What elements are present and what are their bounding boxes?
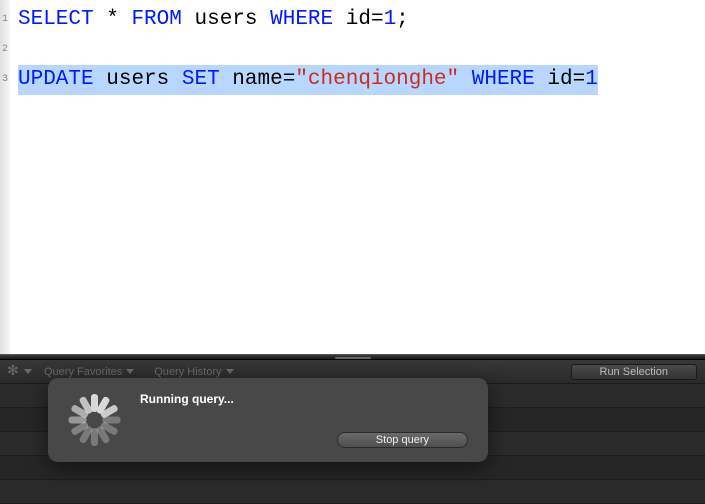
chevron-down-icon [226,369,234,374]
line-number: 1 [0,5,10,35]
sql-editor[interactable]: 1 2 3 SELECT * FROM users WHERE id=1; UP… [0,0,705,354]
query-favorites-label: Query Favorites [44,366,122,378]
code-line: SELECT * FROM users WHERE id=1; [18,5,697,35]
line-number-gutter: 1 2 3 [0,0,10,354]
running-query-overlay: Running query... Stop query [48,378,488,462]
code-area[interactable]: SELECT * FROM users WHERE id=1; UPDATE u… [10,0,705,354]
chevron-down-icon [126,369,134,374]
query-history-dropdown[interactable]: Query History [146,366,241,378]
gear-icon[interactable] [8,366,20,378]
spinner-icon [64,390,124,450]
stop-query-button[interactable]: Stop query [337,432,468,448]
run-selection-button[interactable]: Run Selection [571,364,698,380]
code-line [18,35,697,65]
chevron-down-icon[interactable] [24,369,32,374]
line-number: 3 [0,65,10,95]
table-row [0,480,705,504]
code-line: UPDATE users SET name="chenqionghe" WHER… [18,65,697,95]
query-favorites-dropdown[interactable]: Query Favorites [36,366,142,378]
query-history-label: Query History [154,366,221,378]
line-number: 2 [0,35,10,65]
overlay-title: Running query... [140,392,472,406]
